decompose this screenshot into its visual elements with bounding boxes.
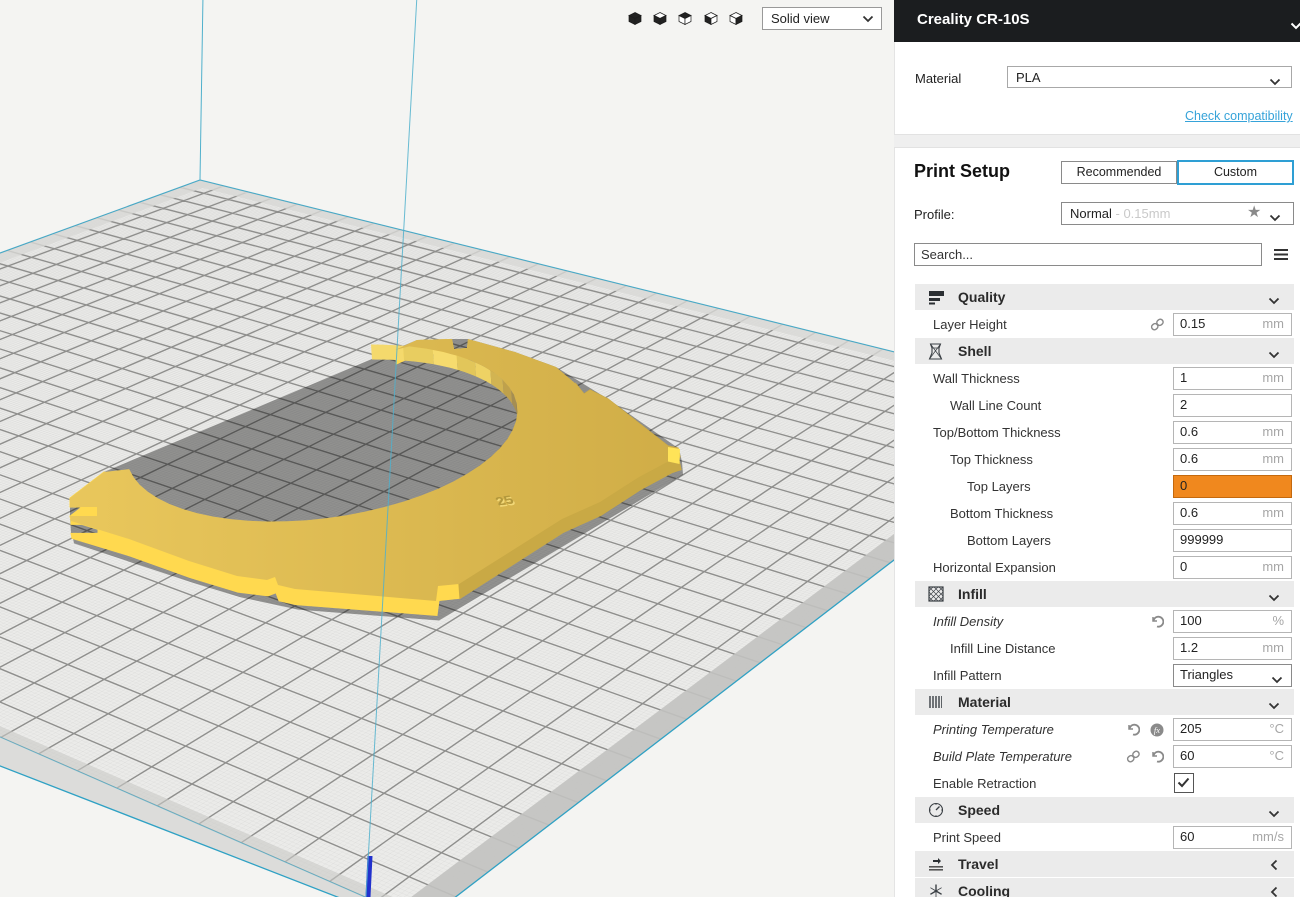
svg-text:fx: fx	[1154, 725, 1160, 735]
